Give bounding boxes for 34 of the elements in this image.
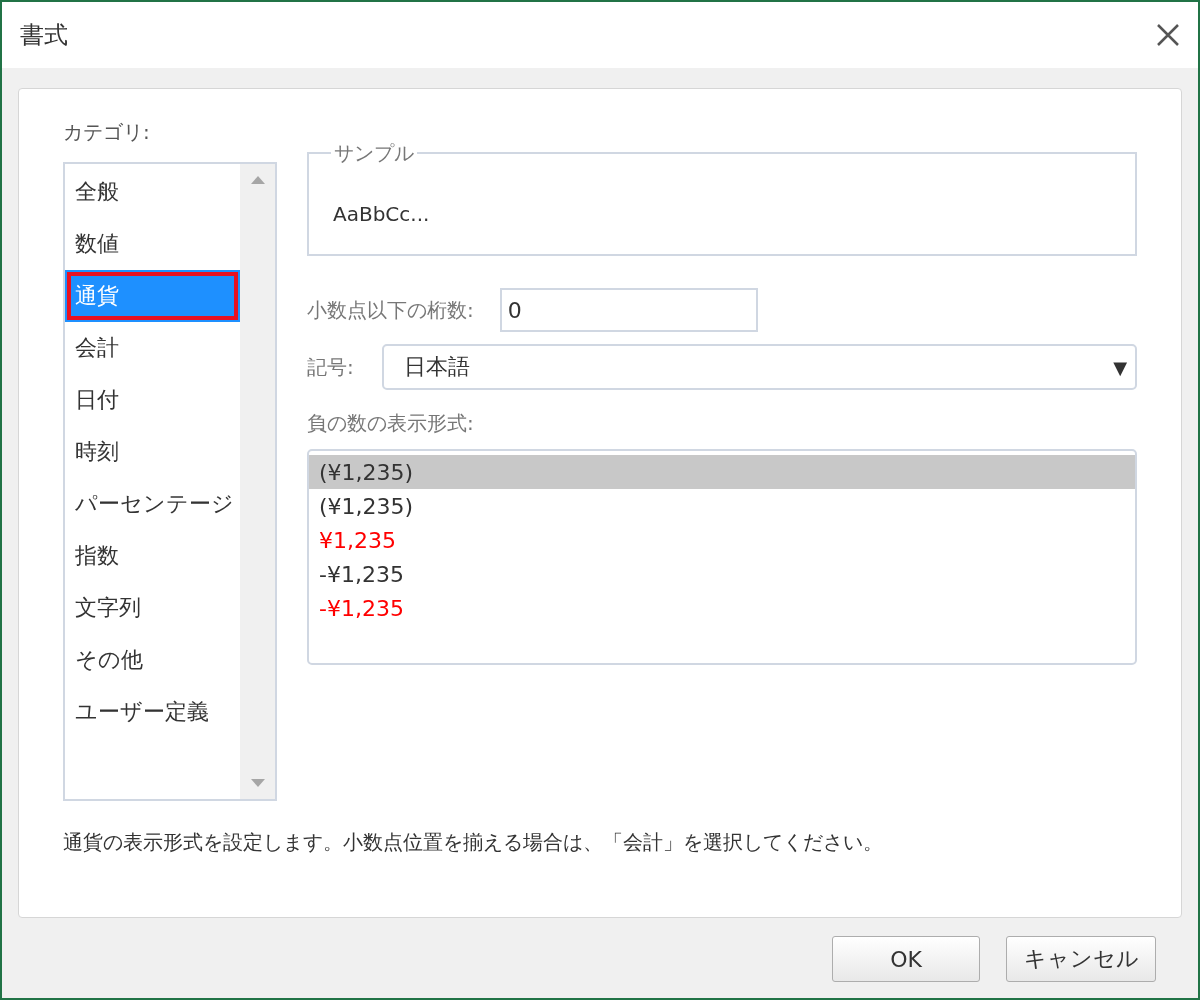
category-item[interactable]: 時刻	[65, 426, 240, 478]
decimal-places-field[interactable]: 0	[499, 288, 758, 332]
field-label: 負の数の表示形式:	[307, 410, 474, 437]
negative-format-list[interactable]: (¥1,235) (¥1,235) ¥1,235 -¥1,235 -¥1,235	[307, 449, 1137, 665]
close-icon	[1156, 23, 1180, 47]
negative-format-item[interactable]: -¥1,235	[309, 591, 1135, 625]
sample-text: AaBbCc...	[333, 202, 430, 226]
description-text: 通貨の表示形式を設定します。小数点位置を揃える場合は、「会計」を選択してください。	[63, 829, 883, 856]
dropdown-caret-icon: ▼	[1113, 356, 1127, 378]
category-item[interactable]: 会計	[65, 322, 240, 374]
cancel-button[interactable]: キャンセル	[1006, 936, 1156, 982]
category-item[interactable]: その他	[65, 634, 240, 686]
category-item[interactable]: ユーザー定義	[65, 686, 240, 738]
ok-button[interactable]: OK	[832, 936, 980, 982]
negative-format-item[interactable]: (¥1,235)	[309, 489, 1135, 523]
category-item[interactable]: 日付	[65, 374, 240, 426]
negative-format-item[interactable]: -¥1,235	[309, 557, 1135, 591]
category-list[interactable]: 全般 数値 通貨 会計 日付 時刻 パーセンテージ 指数 文字列 その他 ユーザー定義	[63, 162, 277, 801]
close-button[interactable]	[1156, 23, 1180, 47]
scrollbar[interactable]	[240, 164, 275, 799]
category-label: カテゴリ:	[63, 119, 150, 146]
scroll-down-icon[interactable]	[250, 779, 265, 787]
negative-format-item[interactable]: (¥1,235)	[309, 455, 1135, 489]
category-item[interactable]: 数値	[65, 218, 240, 270]
negative-format-item[interactable]: ¥1,235	[309, 523, 1135, 557]
category-item[interactable]: 全般	[65, 166, 240, 218]
category-item[interactable]: 文字列	[65, 582, 240, 634]
scroll-up-icon[interactable]	[250, 176, 265, 184]
field-label: 記号:	[307, 353, 354, 381]
symbol-dropdown[interactable]: 日本語 ▼	[381, 344, 1137, 390]
window-title: 書式	[20, 20, 68, 51]
field-label: 小数点以下の桁数:	[307, 296, 474, 324]
category-item[interactable]: パーセンテージ	[65, 478, 240, 530]
category-item[interactable]: 指数	[65, 530, 240, 582]
